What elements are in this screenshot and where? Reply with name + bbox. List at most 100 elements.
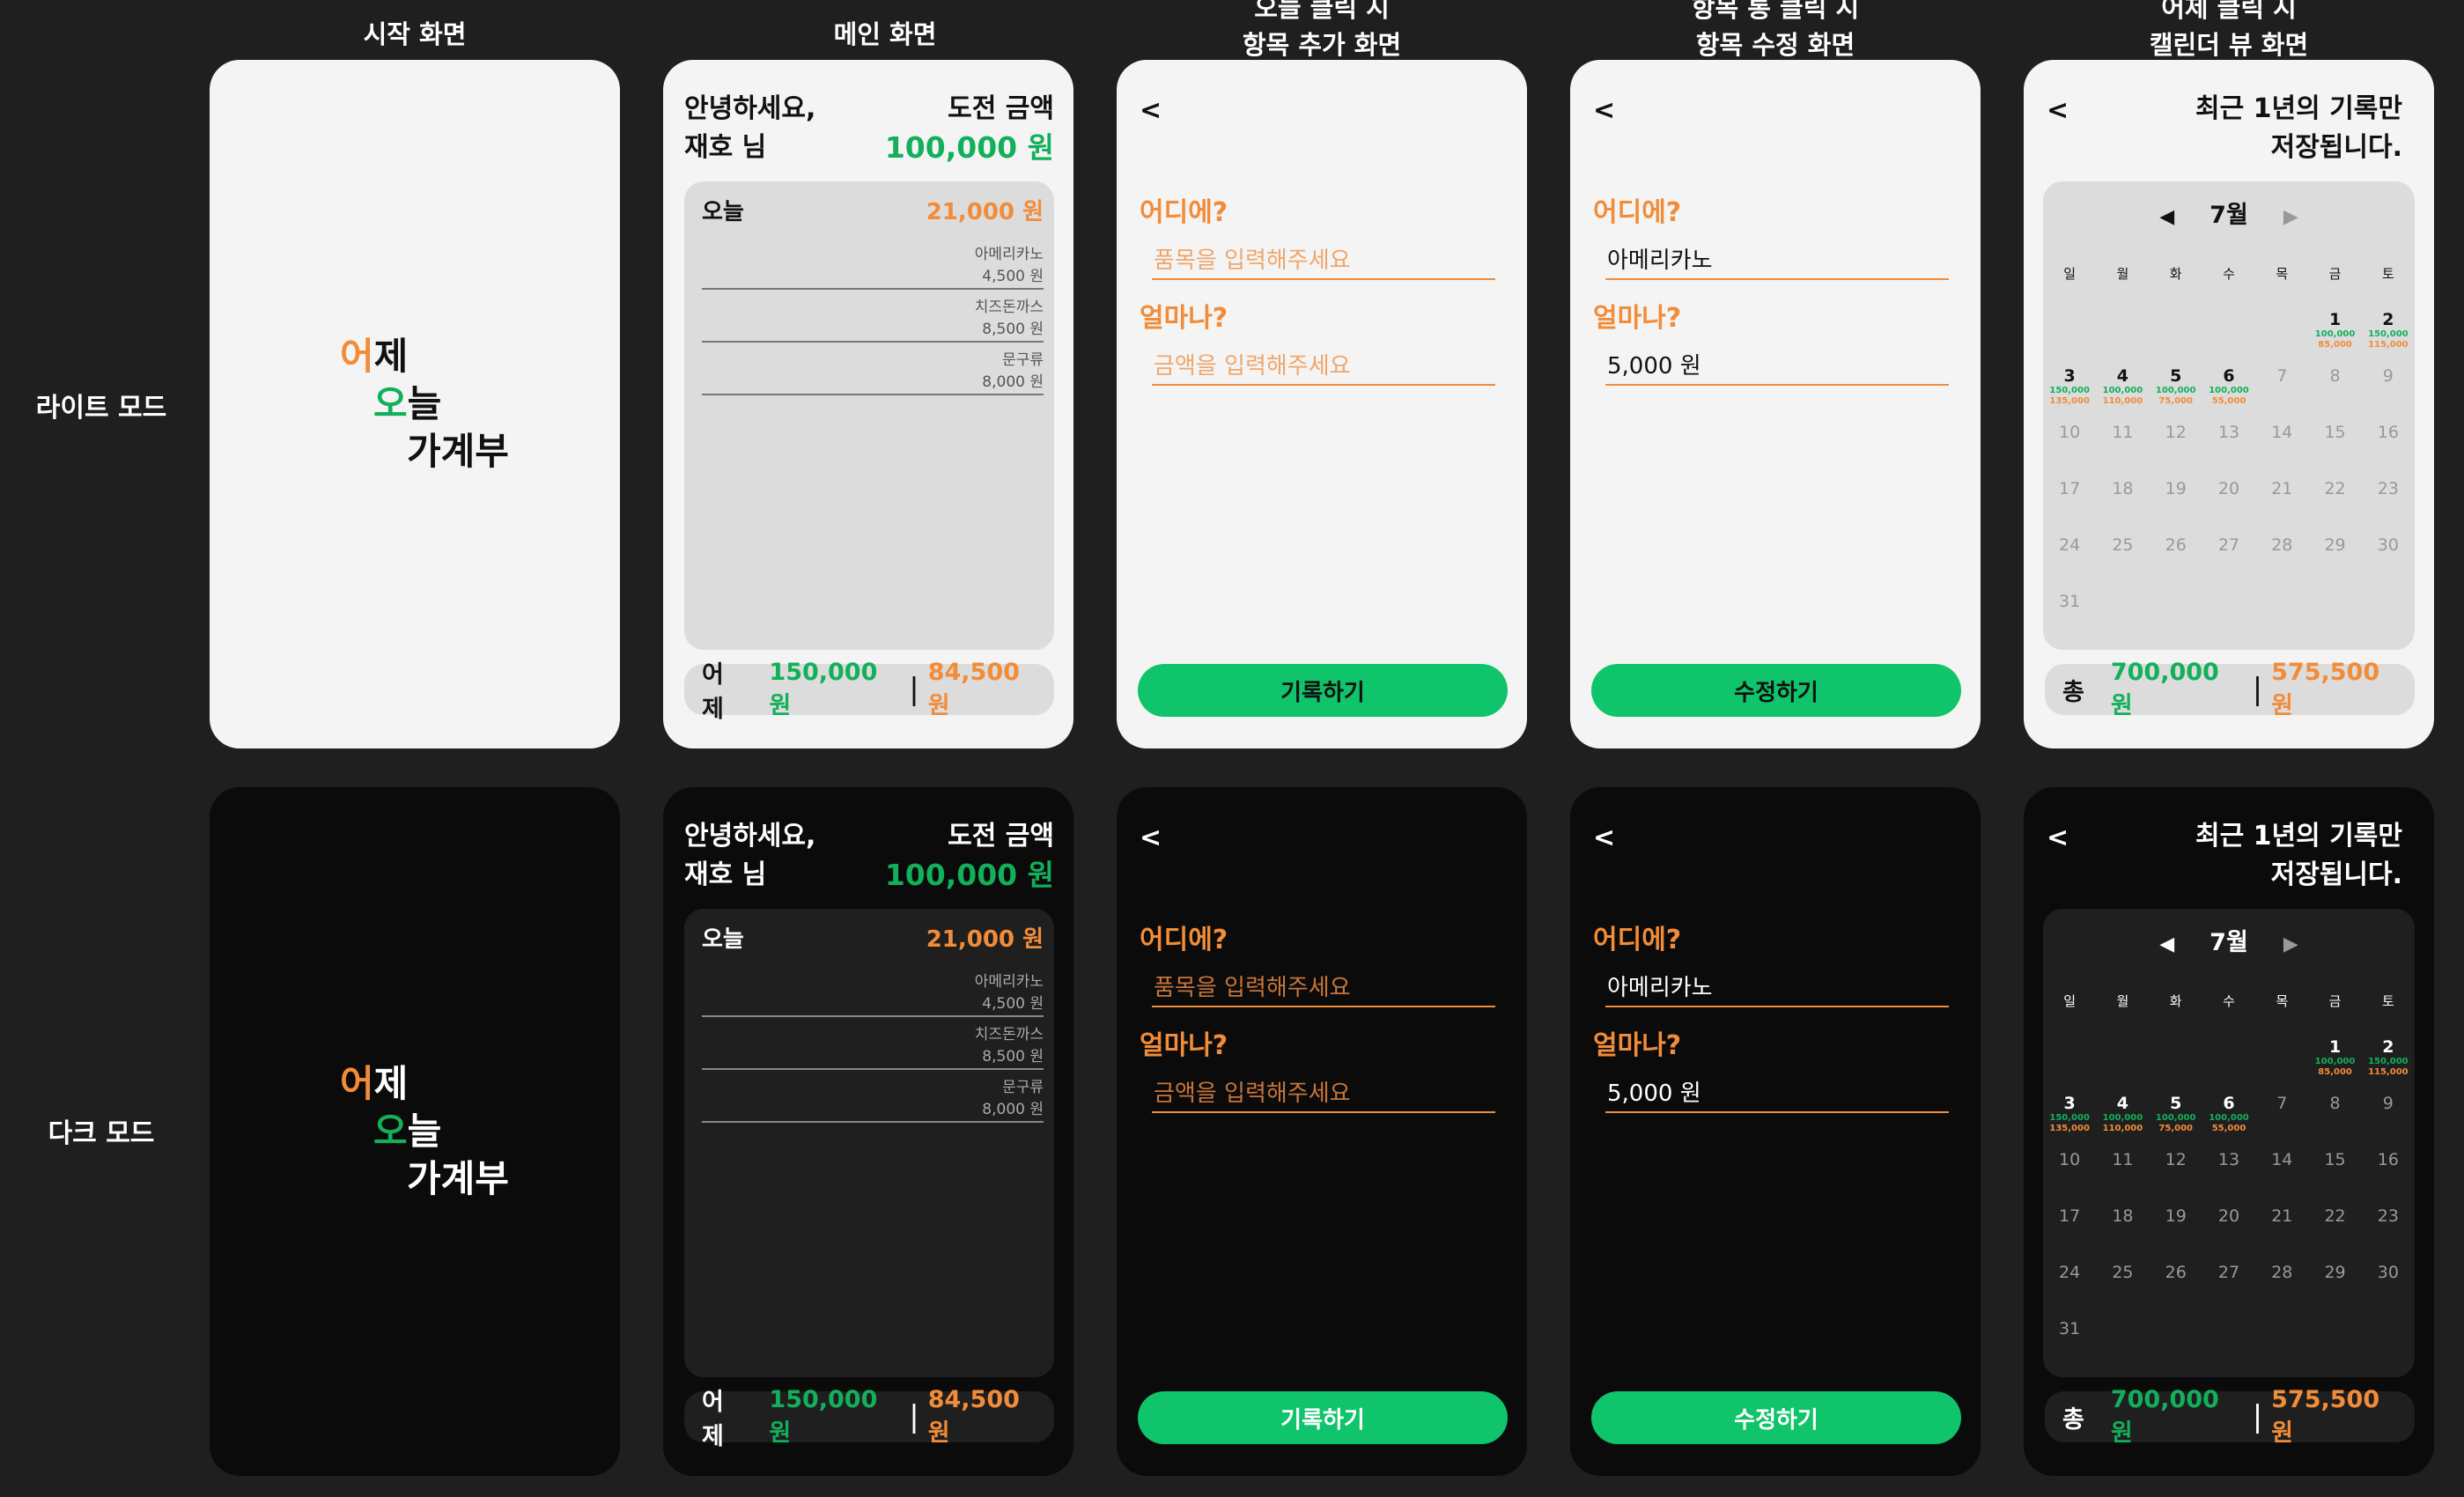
calendar-day[interactable]: 10 <box>2043 417 2096 474</box>
calendar-day[interactable]: 18 <box>2096 1201 2149 1257</box>
calendar-day[interactable]: 25 <box>2096 1257 2149 1314</box>
calendar-day[interactable]: 26 <box>2150 1257 2202 1314</box>
today-panel[interactable]: 오늘 21,000 원 아메리카노 4,500 원 치즈돈까스 8,500 원 문구류 8,0… <box>684 181 1054 650</box>
calendar-day[interactable]: 23 <box>2362 1201 2415 1257</box>
calendar-day[interactable]: 11 <box>2096 1145 2149 1201</box>
calendar-day[interactable]: 20 <box>2202 474 2255 530</box>
calendar-day[interactable]: 6 100,000 55,000 <box>2202 1088 2255 1145</box>
calendar-day[interactable]: 13 <box>2202 1145 2255 1201</box>
calendar-day[interactable]: 3 150,000 135,000 <box>2043 1088 2096 1145</box>
record-button[interactable]: 기록하기 <box>1138 664 1508 717</box>
back-button[interactable]: < <box>1593 95 1615 126</box>
back-button[interactable]: < <box>1140 822 1162 853</box>
day-spent: 110,000 <box>2102 1124 2143 1133</box>
edit-button[interactable]: 수정하기 <box>1591 1391 1961 1444</box>
calendar-day[interactable]: 1 100,000 85,000 <box>2308 1032 2361 1088</box>
calendar-day[interactable]: 9 <box>2362 1088 2415 1145</box>
calendar-day[interactable]: 25 <box>2096 530 2149 586</box>
calendar-day[interactable]: 21 <box>2255 474 2308 530</box>
yesterday-label: 어제 <box>702 661 724 723</box>
expense-item[interactable]: 문구류 8,000 원 <box>702 350 1044 395</box>
calendar-day[interactable]: 17 <box>2043 474 2096 530</box>
amount-input[interactable]: 금액을 입력해주세요 <box>1152 349 1495 386</box>
calendar-day[interactable]: 20 <box>2202 1201 2255 1257</box>
calendar-day[interactable]: 26 <box>2150 530 2202 586</box>
expense-item[interactable]: 문구류 8,000 원 <box>702 1077 1044 1123</box>
calendar-day[interactable]: 16 <box>2362 417 2415 474</box>
challenge-goal[interactable]: 도전 금액 100,000 원 <box>885 817 1054 895</box>
calendar-day[interactable]: 21 <box>2255 1201 2308 1257</box>
item-name-input[interactable]: 품목을 입력해주세요 <box>1152 243 1495 280</box>
calendar-day[interactable]: 29 <box>2308 530 2361 586</box>
yesterday-bar[interactable]: 어제 150,000 원 | 84,500 원 <box>684 659 1054 723</box>
calendar-day[interactable]: 28 <box>2255 1257 2308 1314</box>
calendar-day[interactable]: 17 <box>2043 1201 2096 1257</box>
prev-month-icon[interactable]: ◀ <box>2159 206 2174 228</box>
item-name-input[interactable]: 품목을 입력해주세요 <box>1152 970 1495 1007</box>
calendar-day[interactable]: 30 <box>2362 530 2415 586</box>
expense-item[interactable]: 아메리카노 4,500 원 <box>702 971 1044 1017</box>
today-panel[interactable]: 오늘 21,000 원 아메리카노 4,500 원 치즈돈까스 8,500 원 문구류 8,0… <box>684 909 1054 1377</box>
calendar-day[interactable]: 10 <box>2043 1145 2096 1201</box>
back-button[interactable]: < <box>1140 95 1162 126</box>
calendar-day[interactable]: 15 <box>2308 1145 2361 1201</box>
expense-item[interactable]: 아메리카노 4,500 원 <box>702 244 1044 290</box>
calendar-day[interactable]: 2 150,000 115,000 <box>2362 1032 2415 1088</box>
calendar-day[interactable]: 27 <box>2202 1257 2255 1314</box>
calendar-day[interactable]: 12 <box>2150 1145 2202 1201</box>
calendar-day[interactable]: 6 100,000 55,000 <box>2202 361 2255 417</box>
calendar-day[interactable]: 31 <box>2043 1314 2096 1370</box>
calendar-day[interactable]: 14 <box>2255 417 2308 474</box>
calendar-day[interactable]: 11 <box>2096 417 2149 474</box>
calendar-day[interactable]: 31 <box>2043 586 2096 643</box>
amount-input[interactable]: 금액을 입력해주세요 <box>1152 1076 1495 1113</box>
calendar-day[interactable]: 1 100,000 85,000 <box>2308 305 2361 361</box>
back-button[interactable]: < <box>2047 95 2069 126</box>
calendar-day[interactable]: 8 <box>2308 1088 2361 1145</box>
calendar-day[interactable]: 2 150,000 115,000 <box>2362 305 2415 361</box>
amount-field[interactable]: 5,000 원 <box>1605 349 1949 386</box>
item-name-field[interactable]: 아메리카노 <box>1605 243 1949 280</box>
back-button[interactable]: < <box>1593 822 1615 853</box>
next-month-icon[interactable]: ▶ <box>2283 933 2298 955</box>
record-button[interactable]: 기록하기 <box>1138 1391 1508 1444</box>
calendar-day[interactable]: 28 <box>2255 530 2308 586</box>
expense-item[interactable]: 치즈돈까스 8,500 원 <box>702 297 1044 343</box>
calendar-day[interactable]: 9 <box>2362 361 2415 417</box>
calendar-day[interactable]: 8 <box>2308 361 2361 417</box>
where-label: 어디에? <box>1593 925 1682 955</box>
calendar-day[interactable]: 5 100,000 75,000 <box>2150 361 2202 417</box>
calendar-day[interactable]: 24 <box>2043 530 2096 586</box>
prev-month-icon[interactable]: ◀ <box>2159 933 2174 955</box>
calendar-day[interactable]: 4 100,000 110,000 <box>2096 1088 2149 1145</box>
back-button[interactable]: < <box>2047 822 2069 853</box>
calendar-day[interactable]: 30 <box>2362 1257 2415 1314</box>
calendar-day[interactable]: 18 <box>2096 474 2149 530</box>
challenge-goal[interactable]: 도전 금액 100,000 원 <box>885 90 1054 167</box>
calendar-day[interactable]: 16 <box>2362 1145 2415 1201</box>
next-month-icon[interactable]: ▶ <box>2283 206 2298 228</box>
calendar-day[interactable]: 24 <box>2043 1257 2096 1314</box>
calendar-day[interactable]: 14 <box>2255 1145 2308 1201</box>
edit-button[interactable]: 수정하기 <box>1591 664 1961 717</box>
calendar-day[interactable]: 13 <box>2202 417 2255 474</box>
calendar-day[interactable]: 7 <box>2255 361 2308 417</box>
expense-item[interactable]: 치즈돈까스 8,500 원 <box>702 1024 1044 1070</box>
calendar-day[interactable]: 23 <box>2362 474 2415 530</box>
amount-field[interactable]: 5,000 원 <box>1605 1076 1949 1113</box>
calendar-day[interactable]: 22 <box>2308 474 2361 530</box>
calendar-day[interactable]: 3 150,000 135,000 <box>2043 361 2096 417</box>
yesterday-bar[interactable]: 어제 150,000 원 | 84,500 원 <box>684 1386 1054 1450</box>
item-name-field[interactable]: 아메리카노 <box>1605 970 1949 1007</box>
calendar-day[interactable]: 12 <box>2150 417 2202 474</box>
calendar-day[interactable]: 22 <box>2308 1201 2361 1257</box>
calendar-day[interactable]: 7 <box>2255 1088 2308 1145</box>
calendar-day[interactable]: 15 <box>2308 417 2361 474</box>
calendar-day[interactable]: 19 <box>2150 474 2202 530</box>
calendar-day[interactable]: 27 <box>2202 530 2255 586</box>
calendar-day[interactable]: 5 100,000 75,000 <box>2150 1088 2202 1145</box>
calendar-day[interactable]: 29 <box>2308 1257 2361 1314</box>
calendar-day[interactable]: 4 100,000 110,000 <box>2096 361 2149 417</box>
calendar-day[interactable]: 19 <box>2150 1201 2202 1257</box>
day-spent: 75,000 <box>2158 396 2193 406</box>
